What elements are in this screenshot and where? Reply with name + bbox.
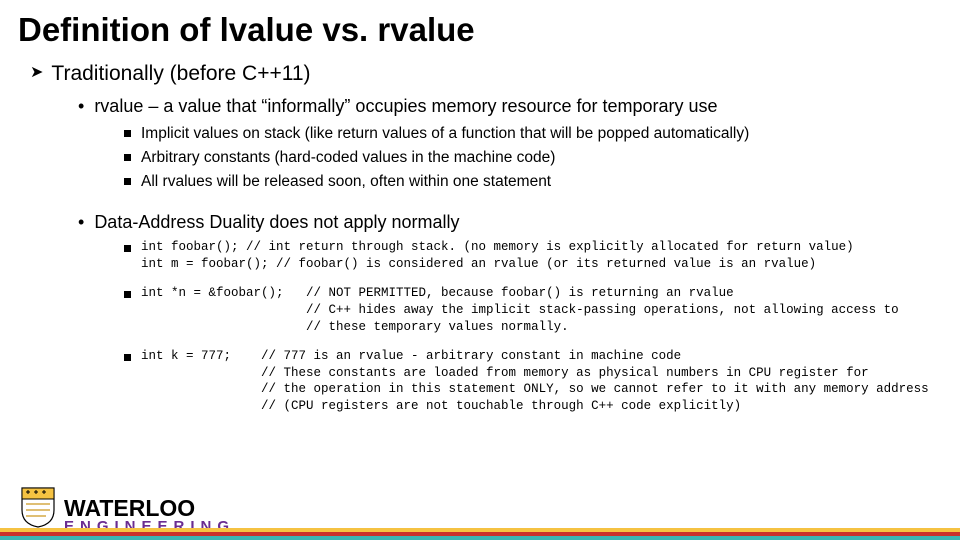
slide-title: Definition of lvalue vs. rvalue — [18, 12, 942, 48]
square-icon — [124, 291, 131, 298]
code-example-2: int *n = &foobar(); // NOT PERMITTED, be… — [124, 285, 942, 336]
slide: Definition of lvalue vs. rvalue ➤ Tradit… — [0, 0, 960, 540]
logo-top-text: WATERLOO — [64, 497, 235, 520]
bullet-text: Traditionally (before C++11) — [51, 62, 310, 86]
bullet-text: Implicit values on stack (like return va… — [141, 124, 749, 145]
square-icon — [124, 354, 131, 361]
stripe-cyan — [0, 536, 960, 540]
square-icon — [124, 130, 131, 137]
bullet-lvl3-arbitrary-constants: Arbitrary constants (hard-coded values i… — [124, 148, 942, 169]
bullet-lvl2-rvalue-definition: • rvalue – a value that “informally” occ… — [78, 96, 942, 118]
bullet-lvl3-implicit-stack: Implicit values on stack (like return va… — [124, 124, 942, 145]
bullet-text: All rvalues will be released soon, often… — [141, 172, 551, 193]
code-text: int *n = &foobar(); // NOT PERMITTED, be… — [141, 285, 899, 336]
bullet-lvl1-traditionally: ➤ Traditionally (before C++11) — [30, 62, 942, 86]
code-example-3: int k = 777; // 777 is an rvalue - arbit… — [124, 348, 942, 416]
bullet-text: rvalue – a value that “informally” occup… — [94, 96, 717, 117]
bullet-text: Data-Address Duality does not apply norm… — [94, 212, 459, 233]
bullet-text: Arbitrary constants (hard-coded values i… — [141, 148, 555, 169]
code-example-1: int foobar(); // int return through stac… — [124, 239, 942, 273]
waterloo-crest-icon — [20, 486, 56, 528]
chevron-icon: ➤ — [30, 62, 43, 84]
bullet-lvl2-data-address-duality: • Data-Address Duality does not apply no… — [78, 212, 942, 234]
footer: WATERLOO ENGINEERING — [0, 478, 960, 540]
footer-stripes — [0, 528, 960, 540]
code-text: int foobar(); // int return through stac… — [141, 239, 854, 273]
bullet-dot-icon: • — [78, 212, 84, 234]
square-icon — [124, 178, 131, 185]
square-icon — [124, 245, 131, 252]
bullet-dot-icon: • — [78, 96, 84, 118]
bullet-lvl3-released-soon: All rvalues will be released soon, often… — [124, 172, 942, 193]
code-text: int k = 777; // 777 is an rvalue - arbit… — [141, 348, 929, 416]
square-icon — [124, 154, 131, 161]
